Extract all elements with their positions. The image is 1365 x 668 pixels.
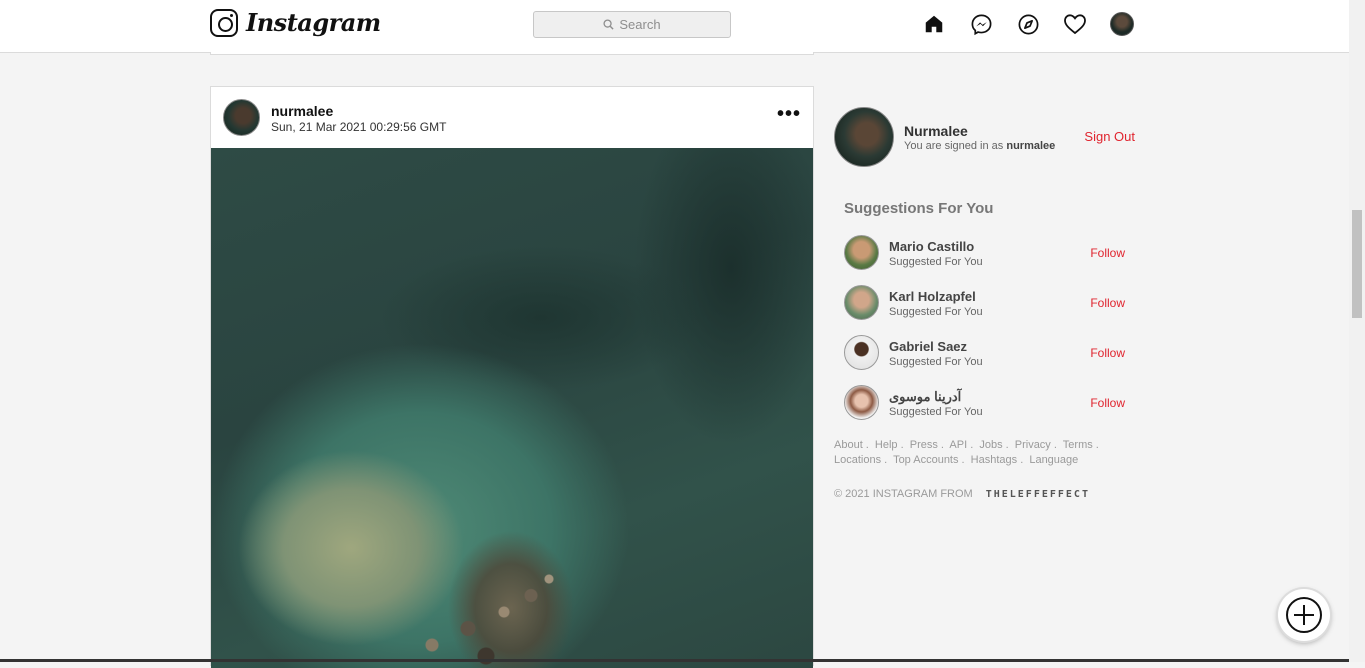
suggestion-subtitle: Suggested For You: [889, 356, 983, 368]
footer-link-language[interactable]: Language: [1029, 454, 1078, 466]
signed-in-prefix: You are signed in as: [904, 140, 1004, 152]
suggestion-subtitle: Suggested For You: [889, 406, 983, 418]
heart-icon[interactable]: [1063, 12, 1087, 36]
scrollbar-thumb[interactable]: [1352, 210, 1362, 318]
current-user-card: Nurmalee You are signed in as nurmalee S…: [834, 107, 1139, 167]
previous-post-card-bottom: [210, 52, 814, 55]
follow-button[interactable]: Follow: [1090, 246, 1125, 260]
copyright-text: © 2021 INSTAGRAM FROM: [834, 488, 973, 500]
suggestion-name[interactable]: Mario Castillo: [889, 239, 974, 254]
copyright: © 2021 INSTAGRAM FROM THELEFFEFFECT: [834, 488, 1139, 500]
instagram-camera-icon: [210, 8, 238, 37]
feed-post: nurmalee Sun, 21 Mar 2021 00:29:56 GMT •…: [210, 86, 814, 668]
suggestion-name[interactable]: Gabriel Saez: [889, 339, 967, 354]
suggestion-avatar[interactable]: [844, 285, 879, 320]
suggestion-item: Gabriel Saez Suggested For You Follow: [844, 335, 1139, 385]
suggestion-avatar[interactable]: [844, 385, 879, 420]
footer-link-locations[interactable]: Locations .: [834, 454, 887, 466]
post-image-rocks: [396, 568, 576, 668]
brand-name: THELEFFEFFECT: [985, 488, 1090, 500]
footer-link-terms[interactable]: Terms .: [1063, 439, 1099, 451]
post-author-avatar[interactable]: [223, 99, 260, 136]
suggestion-avatar[interactable]: [844, 235, 879, 270]
follow-button[interactable]: Follow: [1090, 296, 1125, 310]
create-post-button[interactable]: [1278, 589, 1330, 641]
suggestion-item: Mario Castillo Suggested For You Follow: [844, 235, 1139, 285]
suggestion-subtitle: Suggested For You: [889, 306, 983, 318]
post-image[interactable]: [211, 148, 813, 668]
follow-button[interactable]: Follow: [1090, 396, 1125, 410]
footer-link-api[interactable]: API .: [949, 439, 973, 451]
suggestion-name[interactable]: Karl Holzapfel: [889, 289, 976, 304]
post-header: nurmalee Sun, 21 Mar 2021 00:29:56 GMT •…: [211, 87, 813, 148]
footer-link-press[interactable]: Press .: [910, 439, 944, 451]
footer-link-hashtags[interactable]: Hashtags .: [971, 454, 1024, 466]
search-placeholder: Search: [619, 17, 661, 32]
suggestions-list: Mario Castillo Suggested For You Follow …: [834, 235, 1139, 435]
more-options-icon[interactable]: •••: [777, 104, 801, 124]
footer-link-jobs[interactable]: Jobs .: [979, 439, 1008, 451]
post-username[interactable]: nurmalee: [271, 103, 333, 119]
footer-link-about[interactable]: About .: [834, 439, 869, 451]
signed-in-username: nurmalee: [1006, 140, 1056, 152]
messenger-icon[interactable]: [969, 12, 993, 36]
plus-circle-icon: [1286, 597, 1322, 633]
current-user-avatar[interactable]: [834, 107, 894, 167]
explore-compass-icon[interactable]: [1016, 12, 1040, 36]
instagram-logo[interactable]: Instagram: [210, 8, 381, 37]
follow-button[interactable]: Follow: [1090, 346, 1125, 360]
page-scrollbar[interactable]: [1349, 0, 1365, 662]
search-input[interactable]: Search: [533, 11, 731, 38]
footer-link-top-accounts[interactable]: Top Accounts .: [893, 454, 965, 466]
suggestion-item: Karl Holzapfel Suggested For You Follow: [844, 285, 1139, 335]
profile-avatar[interactable]: [1110, 12, 1134, 36]
suggestions-title: Suggestions For You: [844, 200, 994, 217]
suggestion-item: آدرینا موسوی Suggested For You Follow: [844, 385, 1139, 435]
right-sidebar: Nurmalee You are signed in as nurmalee S…: [834, 107, 1139, 500]
footer-link-privacy[interactable]: Privacy .: [1015, 439, 1057, 451]
home-icon[interactable]: [922, 12, 946, 36]
footer-link-help[interactable]: Help .: [875, 439, 904, 451]
signed-in-text: You are signed in as nurmalee: [904, 140, 1055, 152]
post-timestamp: Sun, 21 Mar 2021 00:29:56 GMT: [271, 120, 447, 134]
top-navigation-bar: Instagram Search: [0, 0, 1349, 53]
current-user-name[interactable]: Nurmalee: [904, 123, 968, 139]
sign-out-button[interactable]: Sign Out: [1084, 129, 1135, 144]
search-icon: [603, 19, 614, 30]
suggestion-subtitle: Suggested For You: [889, 256, 983, 268]
suggestion-name[interactable]: آدرینا موسوی: [889, 389, 961, 405]
suggestion-avatar[interactable]: [844, 335, 879, 370]
nav-icons: [922, 12, 1134, 36]
logo-text: Instagram: [246, 8, 381, 37]
footer-links: About . Help . Press . API . Jobs . Priv…: [834, 438, 1139, 468]
